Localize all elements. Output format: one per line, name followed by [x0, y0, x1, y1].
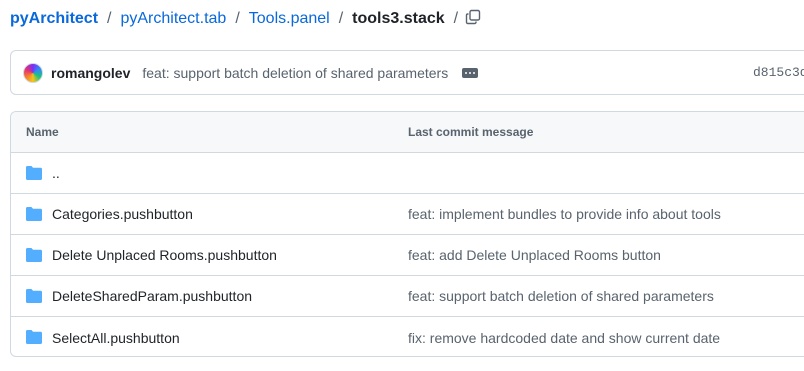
table-header: Name Last commit message [11, 112, 804, 153]
table-row[interactable]: .. [11, 153, 804, 194]
column-header-message: Last commit message [408, 125, 534, 139]
folder-link[interactable]: Categories.pushbutton [52, 206, 193, 222]
file-table: Name Last commit message .. Categories.p… [10, 111, 804, 357]
folder-icon [26, 207, 42, 221]
breadcrumb-tab-link[interactable]: pyArchitect.tab [120, 10, 226, 28]
breadcrumb-current: tools3.stack [352, 10, 445, 27]
copy-icon [465, 9, 481, 25]
folder-link[interactable]: Delete Unplaced Rooms.pushbutton [52, 247, 277, 263]
folder-icon [26, 248, 42, 262]
folder-icon [26, 289, 42, 303]
breadcrumb: pyArchitect / pyArchitect.tab / Tools.pa… [10, 6, 467, 32]
latest-commit-bar: romangolev feat: support batch deletion … [10, 50, 804, 95]
table-row[interactable]: DeleteSharedParam.pushbutton feat: suppo… [11, 276, 804, 317]
table-row[interactable]: Categories.pushbutton feat: implement bu… [11, 194, 804, 235]
commit-sha[interactable]: d815c3d [753, 65, 804, 80]
table-row[interactable]: SelectAll.pushbutton fix: remove hardcod… [11, 317, 804, 356]
row-commit-message[interactable]: fix: remove hardcoded date and show curr… [408, 330, 720, 346]
breadcrumb-separator: / [235, 10, 240, 27]
copy-path-button[interactable] [462, 6, 484, 28]
breadcrumb-panel-link[interactable]: Tools.panel [249, 10, 330, 28]
breadcrumb-repo-link[interactable]: pyArchitect [10, 10, 98, 28]
ellipsis-dot [469, 71, 472, 74]
folder-link[interactable]: SelectAll.pushbutton [52, 330, 180, 346]
parent-directory-link[interactable]: .. [52, 165, 60, 181]
avatar[interactable] [23, 62, 43, 83]
commit-author[interactable]: romangolev [51, 65, 130, 81]
column-header-name: Name [26, 125, 59, 139]
commit-message[interactable]: feat: support batch deletion of shared p… [142, 65, 448, 81]
row-commit-message[interactable]: feat: implement bundles to provide info … [408, 206, 721, 222]
ellipsis-dot [473, 71, 476, 74]
ellipsis-dot [465, 71, 468, 74]
row-commit-message[interactable]: feat: support batch deletion of shared p… [408, 288, 714, 304]
commit-details-button[interactable] [462, 67, 479, 78]
folder-link[interactable]: DeleteSharedParam.pushbutton [52, 288, 252, 304]
folder-icon [26, 166, 42, 180]
folder-icon [26, 330, 42, 344]
breadcrumb-separator: / [338, 10, 344, 27]
table-row[interactable]: Delete Unplaced Rooms.pushbutton feat: a… [11, 235, 804, 276]
breadcrumb-separator: / [453, 10, 459, 27]
row-commit-message[interactable]: feat: add Delete Unplaced Rooms button [408, 247, 661, 263]
breadcrumb-separator: / [107, 10, 112, 27]
